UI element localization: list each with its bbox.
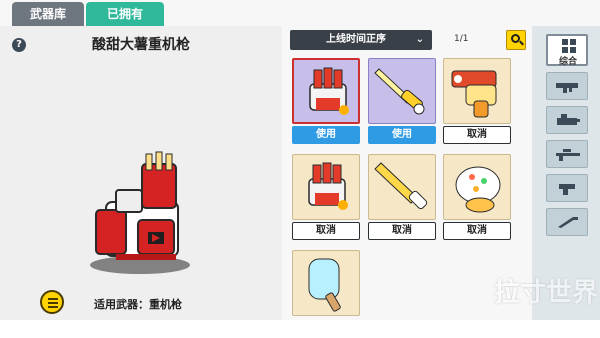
ice-cream-blob-icon <box>455 166 501 213</box>
chevron-down-icon: ⌄ <box>415 34 424 45</box>
claw-gauntlet-icon <box>308 162 348 210</box>
skin-thumb[interactable] <box>368 154 436 220</box>
skin-thumb[interactable] <box>292 154 360 220</box>
popsicle-icon <box>308 258 341 312</box>
category-knife[interactable] <box>546 208 588 236</box>
heavy-gun-icon <box>557 114 580 125</box>
use-button[interactable]: 使用 <box>292 126 360 144</box>
category-all[interactable]: 综合 <box>546 34 588 67</box>
category-rifle[interactable] <box>546 72 588 100</box>
rifle-icon <box>556 83 578 93</box>
tab-bar: 武器库 已拥有 <box>0 0 600 26</box>
cancel-button[interactable]: 取消 <box>368 222 436 240</box>
applicable-weapon-label: 适用武器：重机枪 <box>94 298 182 311</box>
pistol-icon <box>559 184 575 195</box>
sort-label: 上线时间正序 <box>326 34 386 45</box>
grid-icon <box>562 39 576 53</box>
category-heavy-gun[interactable] <box>546 106 588 134</box>
category-sniper[interactable] <box>546 140 588 168</box>
skin-card[interactable]: 取消 <box>443 154 511 242</box>
sort-dropdown[interactable]: 上线时间正序 ⌄ <box>290 30 432 50</box>
cancel-button[interactable]: 取消 <box>443 126 511 144</box>
tab-owned[interactable]: 已拥有 <box>86 2 164 26</box>
category-pistol[interactable] <box>546 174 588 202</box>
cancel-button[interactable]: 取消 <box>443 222 511 240</box>
skin-card[interactable]: 使用 <box>292 58 360 146</box>
category-all-label: 综合 <box>558 57 577 67</box>
page-indicator: 1/1 <box>454 34 469 44</box>
list-menu-button[interactable] <box>40 290 64 314</box>
skin-card[interactable]: 取消 <box>443 58 511 146</box>
skin-card[interactable] <box>292 250 360 338</box>
search-button[interactable] <box>506 30 526 50</box>
tab-weapon-library[interactable]: 武器库 <box>12 2 84 26</box>
skin-card[interactable]: 取消 <box>292 154 360 242</box>
golden-blade-icon <box>374 162 428 210</box>
knife-icon <box>558 217 578 228</box>
sniper-icon <box>556 149 580 161</box>
skin-thumb[interactable] <box>292 58 360 124</box>
heavy-machine-gun-model <box>95 151 179 260</box>
skin-thumb[interactable] <box>443 58 511 124</box>
orange-pistol-icon <box>451 70 497 118</box>
weapon-skin-screen: 武器库 已拥有 ? 酸甜大薯重机枪 适用武器：重机枪 上线时间正序 ⌄ 1/1 … <box>0 0 600 320</box>
weapon-name: 酸甜大薯重机枪 <box>92 37 190 53</box>
skin-thumb[interactable] <box>368 58 436 124</box>
skin-card[interactable]: 使用 <box>368 58 436 146</box>
use-button[interactable]: 使用 <box>368 126 436 144</box>
skin-card[interactable]: 取消 <box>368 154 436 242</box>
weapon-preview-panel: ? 酸甜大薯重机枪 适用武器：重机枪 <box>0 26 282 320</box>
skin-thumb[interactable] <box>443 154 511 220</box>
skin-thumb[interactable] <box>292 250 360 316</box>
watermark-logo: 拉寸世界 <box>494 278 599 308</box>
cancel-button[interactable]: 取消 <box>292 222 360 240</box>
golden-sword-icon <box>374 68 425 115</box>
claw-gauntlet-icon <box>309 67 349 115</box>
